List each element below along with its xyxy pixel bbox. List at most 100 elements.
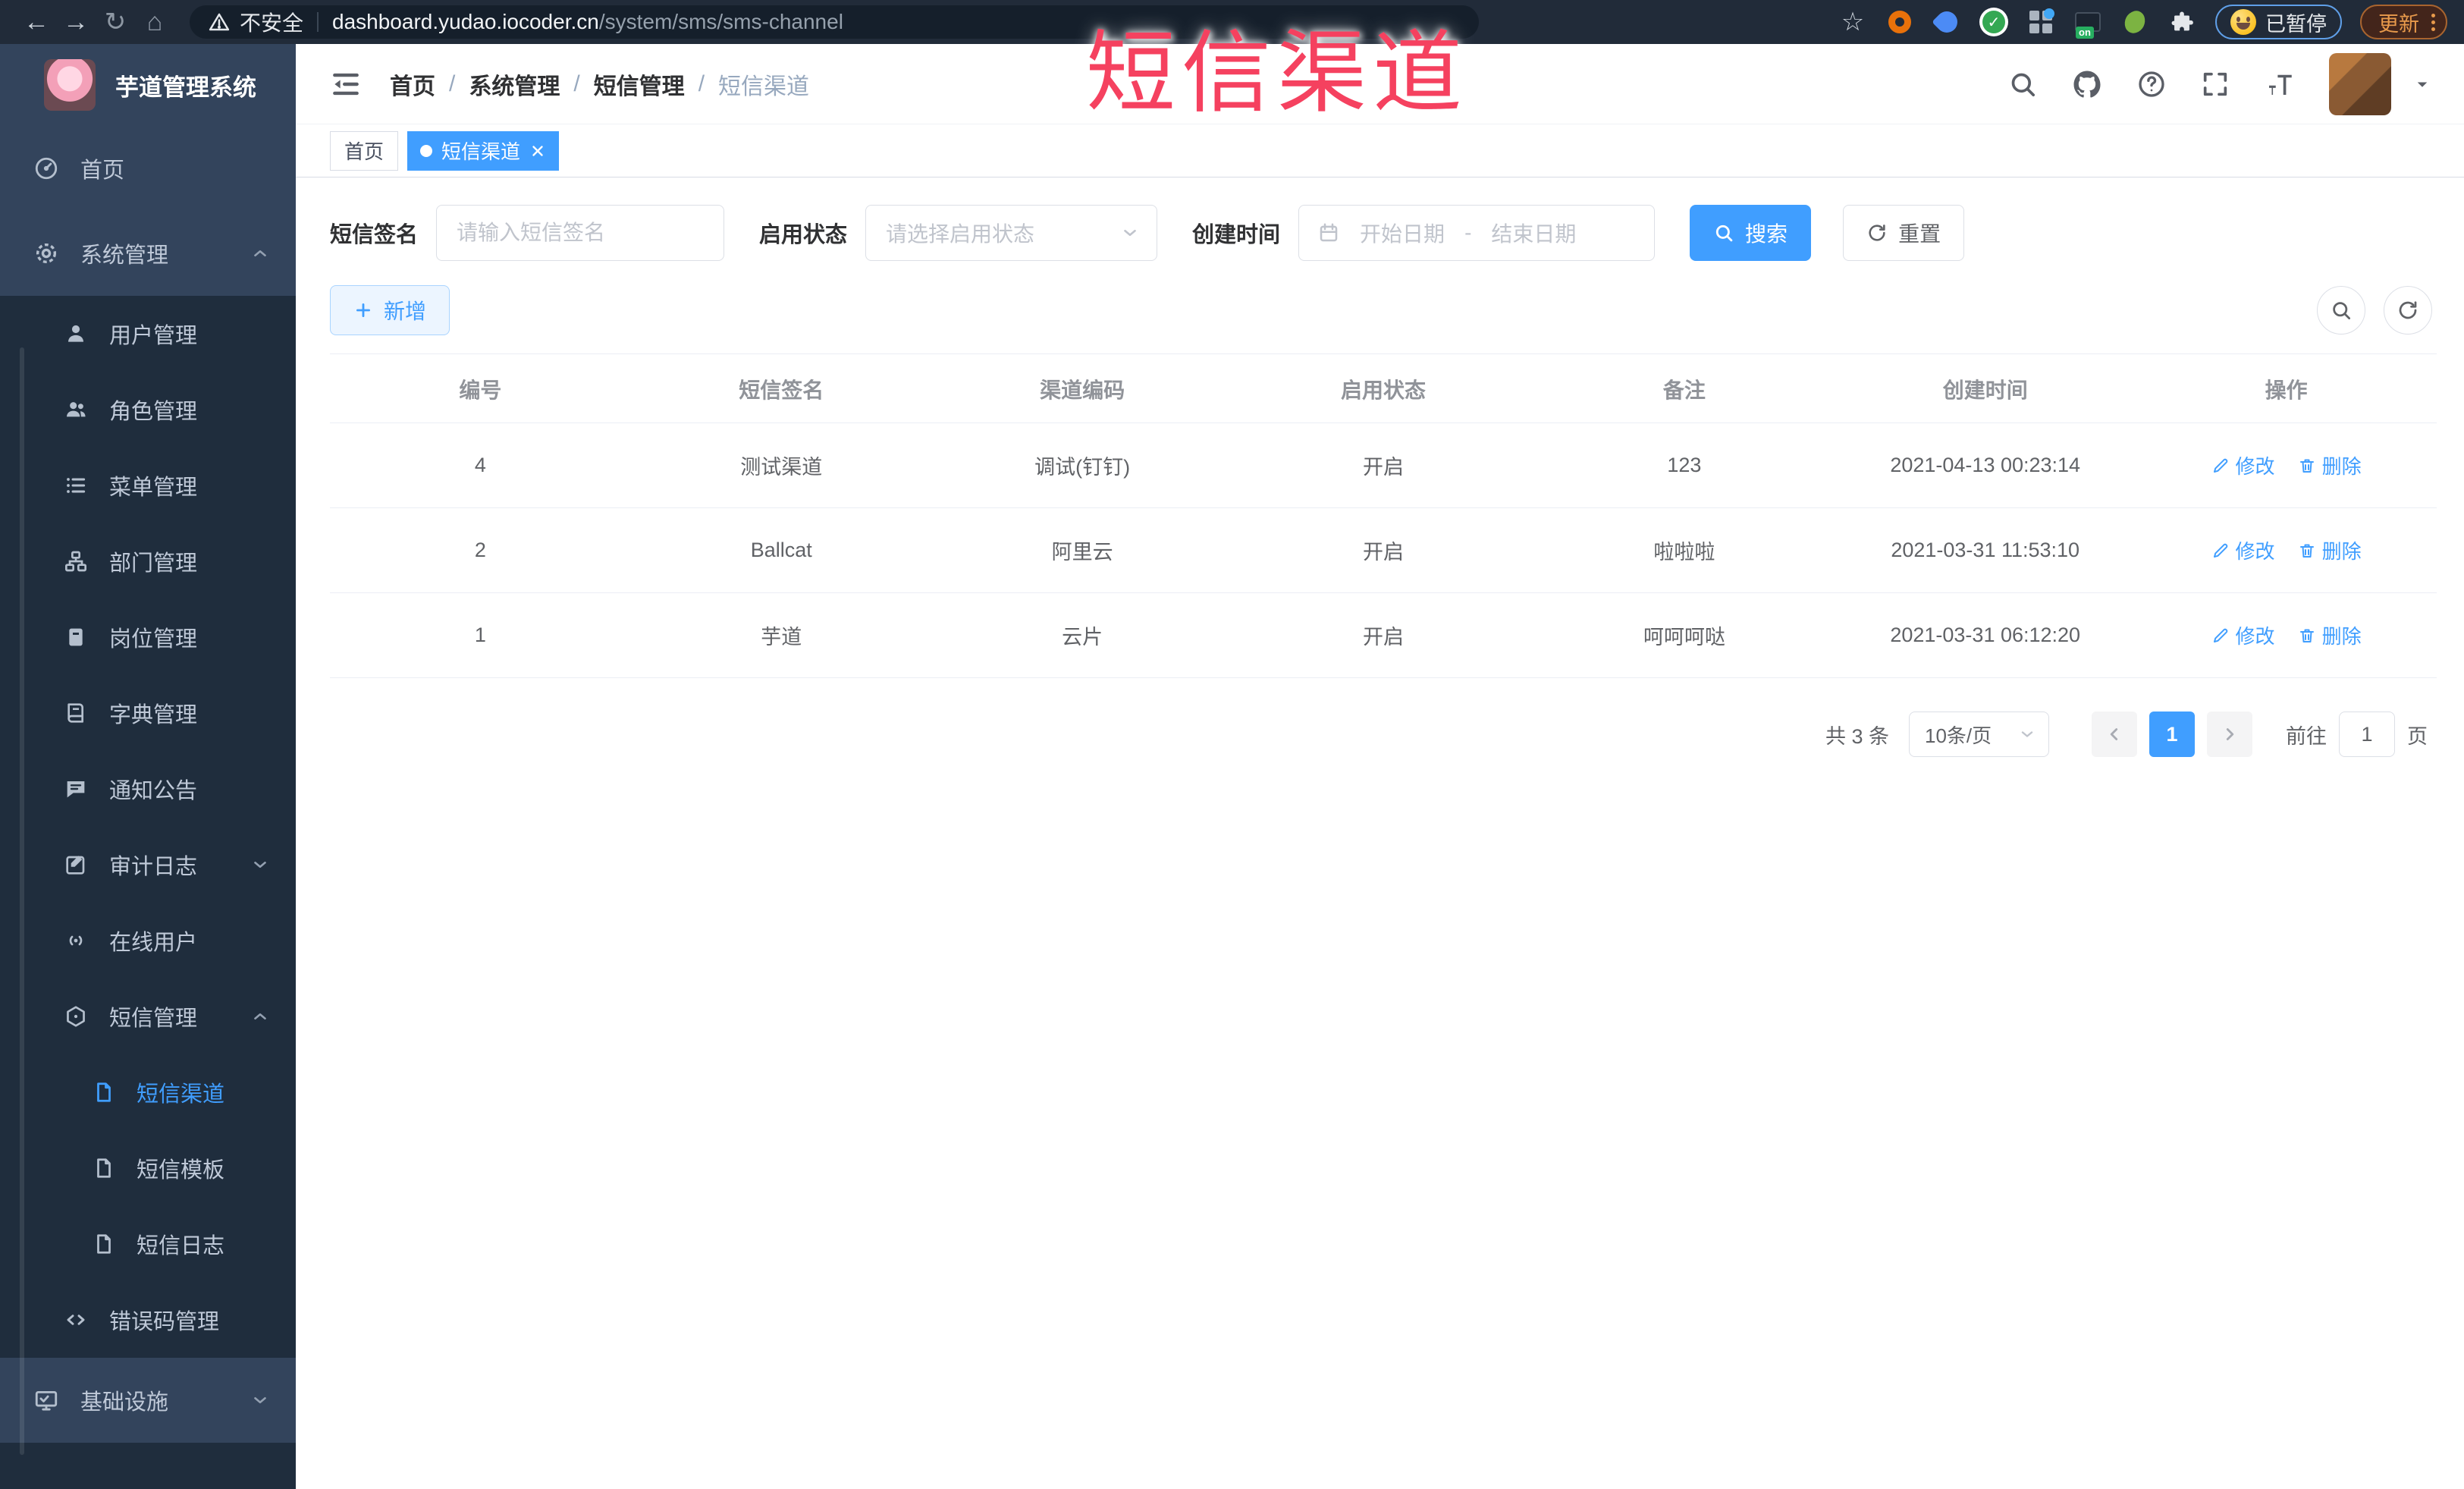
sidebar-item-posts[interactable]: 岗位管理 <box>0 599 296 675</box>
close-icon[interactable] <box>529 143 546 159</box>
cell-actions: 修改 删除 <box>2136 508 2437 593</box>
search-icon <box>1713 222 1734 243</box>
sidebar-item-dicts[interactable]: 字典管理 <box>0 675 296 751</box>
font-size-icon[interactable] <box>2264 68 2296 100</box>
user-icon <box>64 322 88 346</box>
refresh-table-button[interactable] <box>2384 286 2432 335</box>
prev-page-button[interactable] <box>2092 712 2137 757</box>
sidebar-item-audit-log[interactable]: 审计日志 <box>0 827 296 903</box>
date-range-picker[interactable]: 开始日期 - 结束日期 <box>1298 205 1656 261</box>
chevron-up-icon <box>250 1007 270 1026</box>
goto-label: 前往 <box>2286 724 2327 748</box>
status-select[interactable]: 请选择启用状态 <box>865 205 1158 261</box>
browser-home-icon[interactable]: ⌂ <box>135 8 174 37</box>
browser-update-button[interactable]: 更新 <box>2360 5 2447 39</box>
sidebar-item-label: 部门管理 <box>109 551 198 576</box>
sidebar-item-sms-channel[interactable]: 短信渠道 <box>0 1054 296 1130</box>
goto-page-input[interactable] <box>2339 712 2395 757</box>
edit-link[interactable]: 修改 <box>2211 451 2275 479</box>
screen: ← → ↻ ⌂ 不安全 dashboard.yudao.iocoder.cn /… <box>0 0 2464 1489</box>
reset-button[interactable]: 重置 <box>1843 205 1965 261</box>
url-bar[interactable]: 不安全 dashboard.yudao.iocoder.cn /system/s… <box>190 5 1479 39</box>
sidebar-item-users[interactable]: 用户管理 <box>0 296 296 372</box>
sign-input-wrap <box>436 205 725 261</box>
bookmark-star-icon[interactable]: ☆ <box>1838 7 1868 37</box>
org-tree-icon <box>64 549 88 573</box>
sidebar-item-error-codes[interactable]: 错误码管理 <box>0 1282 296 1358</box>
browser-forward-icon[interactable]: → <box>56 8 96 37</box>
browser-back-icon[interactable]: ← <box>17 8 56 37</box>
next-page-button[interactable] <box>2207 712 2252 757</box>
extension-paused-pill[interactable]: 已暂停 <box>2215 5 2342 39</box>
browser-menu-icon[interactable] <box>2431 13 2435 31</box>
sidebar-item-label: 错误码管理 <box>109 1310 220 1334</box>
github-icon[interactable] <box>2071 68 2103 100</box>
extension-orange-donut-icon[interactable] <box>1885 7 1915 37</box>
page-size-select[interactable]: 10条/页 <box>1909 712 2049 757</box>
breadcrumb-item[interactable]: 短信管理 <box>594 68 685 101</box>
breadcrumb-item[interactable]: 首页 <box>390 68 435 101</box>
breadcrumb-item-current: 短信渠道 <box>718 74 810 99</box>
sidebar-item-home[interactable]: 首页 <box>0 126 296 211</box>
sidebar-item-sms[interactable]: 短信管理 <box>0 979 296 1054</box>
search-icon[interactable] <box>2007 69 2038 99</box>
extension-grid-icon[interactable] <box>2026 7 2056 37</box>
extension-location-pin-icon[interactable] <box>1932 7 1962 37</box>
sidebar-item-menus[interactable]: 菜单管理 <box>0 448 296 523</box>
sign-input[interactable] <box>437 206 724 260</box>
sidebar-item-notices[interactable]: 通知公告 <box>0 751 296 827</box>
filter-form: 短信签名 启用状态 请选择启用状态 创建时间 开始日期 - 结束日期 <box>330 205 2437 261</box>
column-header: 编号 <box>330 354 631 423</box>
sidebar-item-label: 岗位管理 <box>109 627 198 652</box>
refresh-icon <box>1866 222 1888 243</box>
sidebar-item-infra[interactable]: 基础设施 <box>0 1358 296 1443</box>
column-header: 操作 <box>2136 354 2437 423</box>
sidebar-scrollbar[interactable] <box>20 347 24 1455</box>
help-icon[interactable] <box>2136 69 2167 99</box>
fullscreen-icon[interactable] <box>2200 69 2230 99</box>
hide-search-button[interactable] <box>2317 286 2365 335</box>
search-button[interactable]: 搜索 <box>1690 205 1812 261</box>
page-number-1[interactable]: 1 <box>2149 712 2195 757</box>
sidebar-item-sms-template[interactable]: 短信模板 <box>0 1130 296 1206</box>
extension-sprout-icon[interactable] <box>2120 7 2150 37</box>
tab-sms-channel[interactable]: 短信渠道 <box>407 130 560 171</box>
edit-link[interactable]: 修改 <box>2211 621 2275 649</box>
url-path: /system/sms/sms-channel <box>598 10 843 33</box>
sidebar-item-depts[interactable]: 部门管理 <box>0 523 296 599</box>
user-avatar[interactable] <box>2329 52 2391 115</box>
column-header: 渠道编码 <box>931 354 1233 423</box>
delete-link[interactable]: 删除 <box>2298 451 2362 479</box>
sidebar-item-label: 菜单管理 <box>109 476 198 500</box>
browser-reload-icon[interactable]: ↻ <box>96 7 135 37</box>
breadcrumb-item[interactable]: 系统管理 <box>469 68 560 101</box>
chevron-down-icon <box>250 855 270 875</box>
breadcrumb-separator: / <box>449 71 456 96</box>
caret-down-icon[interactable] <box>2411 73 2434 96</box>
sidebar-item-sms-log[interactable]: 短信日志 <box>0 1206 296 1282</box>
sidebar-item-label: 用户管理 <box>109 324 198 348</box>
breadcrumb: 首页 / 系统管理 / 短信管理 / 短信渠道 <box>390 68 809 101</box>
extension-on-badge-icon[interactable]: on <box>2073 7 2103 39</box>
sidebar-item-system[interactable]: 系统管理 <box>0 211 296 296</box>
hexagon-chat-icon <box>64 1004 88 1029</box>
tab-home[interactable]: 首页 <box>330 130 399 171</box>
cell-code: 阿里云 <box>931 508 1233 593</box>
extension-green-check-icon[interactable]: ✓ <box>1979 7 2009 37</box>
sidebar-logo-row[interactable]: 芋道管理系统 <box>0 44 296 126</box>
extensions-puzzle-icon[interactable] <box>2167 7 2197 37</box>
tag-tab-bar: 首页 短信渠道 <box>296 124 2464 177</box>
sidebar-item-roles[interactable]: 角色管理 <box>0 372 296 448</box>
collapse-menu-icon[interactable] <box>329 68 363 101</box>
sidebar-item-online-users[interactable]: 在线用户 <box>0 903 296 979</box>
edit-icon <box>2211 457 2230 475</box>
delete-link[interactable]: 删除 <box>2298 621 2362 649</box>
chevron-down-icon <box>1120 223 1140 243</box>
signal-icon <box>64 928 88 953</box>
edit-link[interactable]: 修改 <box>2211 536 2275 564</box>
sidebar-item-label: 在线用户 <box>109 931 198 955</box>
cell-id: 4 <box>330 423 631 508</box>
sign-label: 短信签名 <box>330 223 419 247</box>
delete-link[interactable]: 删除 <box>2298 536 2362 564</box>
add-button[interactable]: 新增 <box>330 285 450 335</box>
